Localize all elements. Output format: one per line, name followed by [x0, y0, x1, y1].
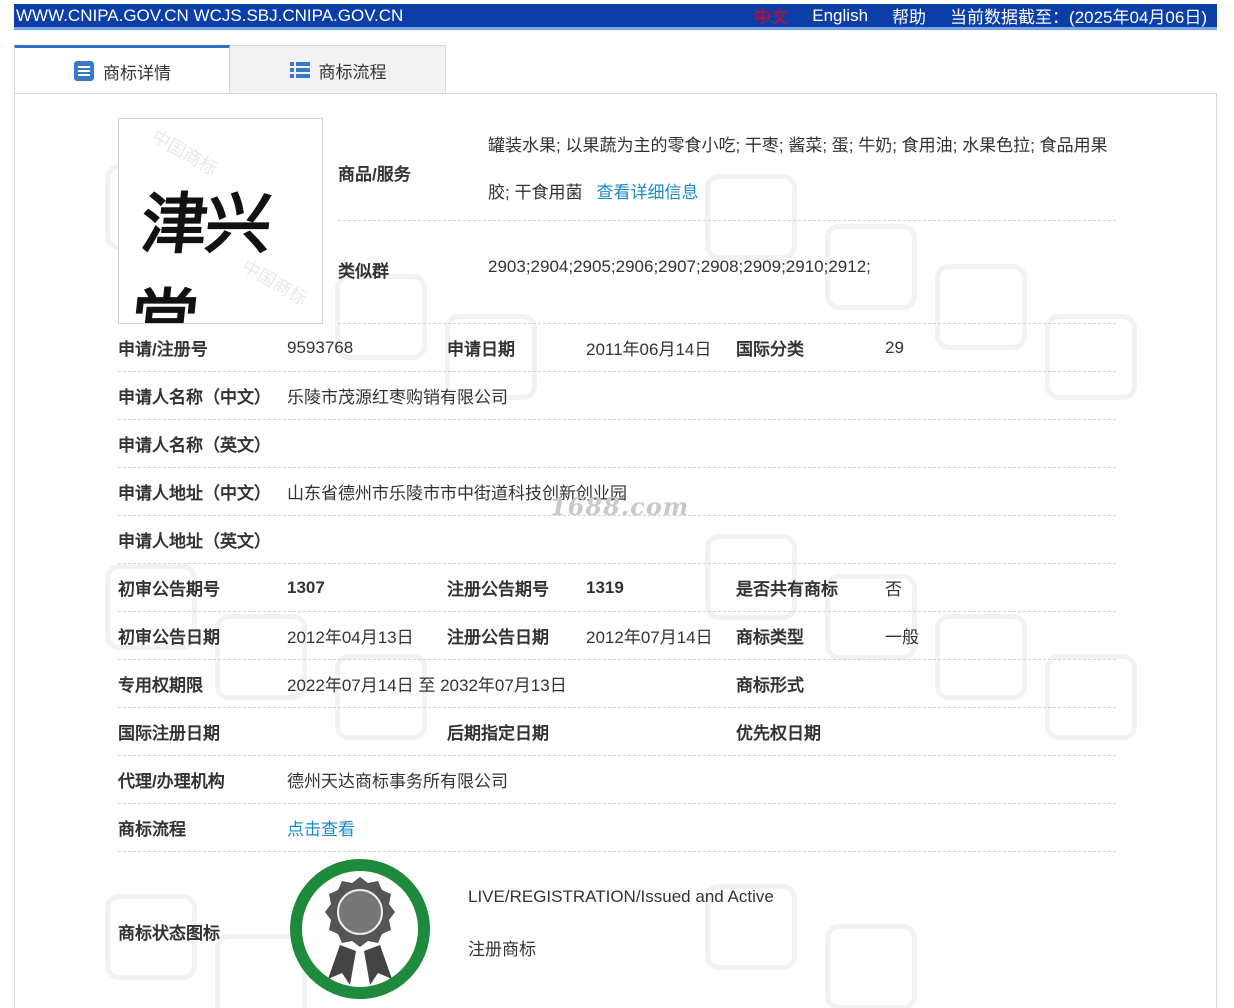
info-row: 申请人地址（英文） [118, 516, 1116, 564]
applicant-name-cn: 乐陵市茂源红枣购销有限公司 [287, 388, 508, 407]
info-row: 初审公告日期 2012年04月13日 注册公告日期 2012年07月14日 商标… [118, 612, 1116, 660]
data-date: 当前数据截至：(2025年04月06日) [950, 8, 1207, 27]
prelim-pub-number: 1307 [287, 577, 325, 597]
field-label: 代理/办理机构 [118, 772, 225, 791]
field-label: 申请日期 [447, 340, 515, 359]
info-row: 申请人名称（英文） [118, 420, 1116, 468]
field-label: 专用权期限 [118, 676, 203, 695]
info-row: 申请/注册号 9593768 申请日期 2011年06月14日 国际分类 29 [118, 324, 1116, 372]
reg-pub-date: 2012年07月14日 [586, 628, 713, 647]
goods-label: 商品/服务 [338, 165, 411, 184]
goods-section: 商品/服务 罐装水果; 以果蔬为主的零食小吃; 干枣; 酱菜; 蛋; 牛奶; 食… [338, 118, 1116, 324]
view-process-link[interactable]: 点击查看 [287, 815, 1116, 840]
field-label: 初审公告日期 [118, 628, 220, 647]
exclusive-term: 2022年07月14日 至 2032年07月13日 [287, 676, 567, 695]
document-list-icon [74, 61, 94, 81]
tab-label: 商标流程 [318, 62, 387, 82]
field-label: 后期指定日期 [447, 724, 549, 743]
intl-class: 29 [885, 337, 904, 357]
info-row: 商标流程 点击查看 [118, 804, 1116, 852]
tab-trademark-process[interactable]: 商标流程 [230, 45, 446, 94]
trademark-image: 中国商标 中国商标 津兴堂 [118, 118, 323, 324]
field-label: 申请人地址（英文） [118, 532, 271, 551]
field-label: 申请/注册号 [118, 340, 208, 359]
field-label: 申请人地址（中文） [118, 484, 271, 503]
field-label: 注册公告日期 [447, 628, 549, 647]
field-label: 商标流程 [118, 820, 186, 839]
info-row: 初审公告期号 1307 注册公告期号 1319 是否共有商标 否 [118, 564, 1116, 612]
info-row: 代理/办理机构 德州天达商标事务所有限公司 [118, 756, 1116, 804]
agent-name: 德州天达商标事务所有限公司 [287, 772, 508, 791]
field-label: 初审公告期号 [118, 580, 220, 599]
mark-type: 一般 [885, 628, 919, 647]
info-grid: 申请/注册号 9593768 申请日期 2011年06月14日 国际分类 29 … [118, 324, 1116, 852]
tab-label: 商标详情 [103, 63, 171, 83]
site-watermark: 1688.com [550, 492, 690, 521]
similar-group-row: 类似群 2903;2904;2905;2906;2907;2908;2909;2… [338, 221, 1116, 324]
help-link[interactable]: 帮助 [892, 3, 926, 28]
reg-pub-number: 1319 [586, 577, 624, 597]
info-row: 专用权期限 2022年07月14日 至 2032年07月13日 商标形式 [118, 660, 1116, 708]
info-row: 国际注册日期 后期指定日期 优先权日期 [118, 708, 1116, 756]
status-text-en: LIVE/REGISTRATION/Issued and Active [468, 887, 774, 906]
field-label: 申请人名称（中文） [118, 388, 271, 407]
similar-group-value: 2903;2904;2905;2906;2907;2908;2909;2910;… [488, 257, 871, 276]
field-label: 是否共有商标 [736, 580, 838, 599]
goods-value: 罐装水果; 以果蔬为主的零食小吃; 干枣; 酱菜; 蛋; 牛奶; 食用油; 水果… [488, 118, 1116, 220]
tab-bar: 商标详情 商标流程 [14, 45, 446, 94]
field-label: 商标类型 [736, 628, 804, 647]
applicant-address-cn: 山东省德州市乐陵市市中街道科技创新创业园 [287, 484, 627, 503]
lang-en-link[interactable]: English [812, 6, 868, 26]
shared-mark: 否 [885, 580, 902, 599]
trademark-mark-text: 津兴堂 [127, 185, 274, 324]
lang-cn-link[interactable]: 中文 [754, 3, 788, 28]
bullet-list-icon [289, 62, 310, 78]
reg-number: 9593768 [287, 337, 354, 357]
field-label: 国际注册日期 [118, 724, 220, 743]
detail-panel: 中国商标 中国商标 津兴堂 商品/服务 罐装水果; 以果蔬为主的零食小吃; 干枣… [14, 93, 1217, 1008]
prelim-pub-date: 2012年04月13日 [287, 628, 414, 647]
field-label: 注册公告期号 [447, 580, 549, 599]
tab-trademark-details[interactable]: 商标详情 [14, 45, 230, 94]
status-text-cn: 注册商标 [468, 940, 536, 959]
field-label: 国际分类 [736, 340, 804, 359]
status-label: 商标状态图标 [118, 924, 220, 943]
goods-list: 罐装水果; 以果蔬为主的零食小吃; 干枣; 酱菜; 蛋; 牛奶; 食用油; 水果… [488, 136, 1108, 202]
award-ribbon-icon [290, 859, 430, 999]
field-label: 申请人名称（英文） [118, 436, 271, 455]
view-details-link[interactable]: 查看详细信息 [596, 183, 698, 202]
top-bar: WWW.CNIPA.GOV.CN WCJS.SBJ.CNIPA.GOV.CN 中… [14, 4, 1217, 30]
info-row: 申请人名称（中文） 乐陵市茂源红枣购销有限公司 [118, 372, 1116, 420]
field-label: 优先权日期 [736, 724, 821, 743]
apply-date: 2011年06月14日 [586, 340, 712, 359]
goods-row: 商品/服务 罐装水果; 以果蔬为主的零食小吃; 干枣; 酱菜; 蛋; 牛奶; 食… [338, 118, 1116, 221]
site-urls: WWW.CNIPA.GOV.CN WCJS.SBJ.CNIPA.GOV.CN [16, 5, 404, 25]
similar-group-label: 类似群 [338, 262, 389, 281]
status-section: 商标状态图标 LIVE/REGISTRATION/Issued and Acti… [118, 851, 1116, 1008]
field-label: 商标形式 [736, 676, 804, 695]
